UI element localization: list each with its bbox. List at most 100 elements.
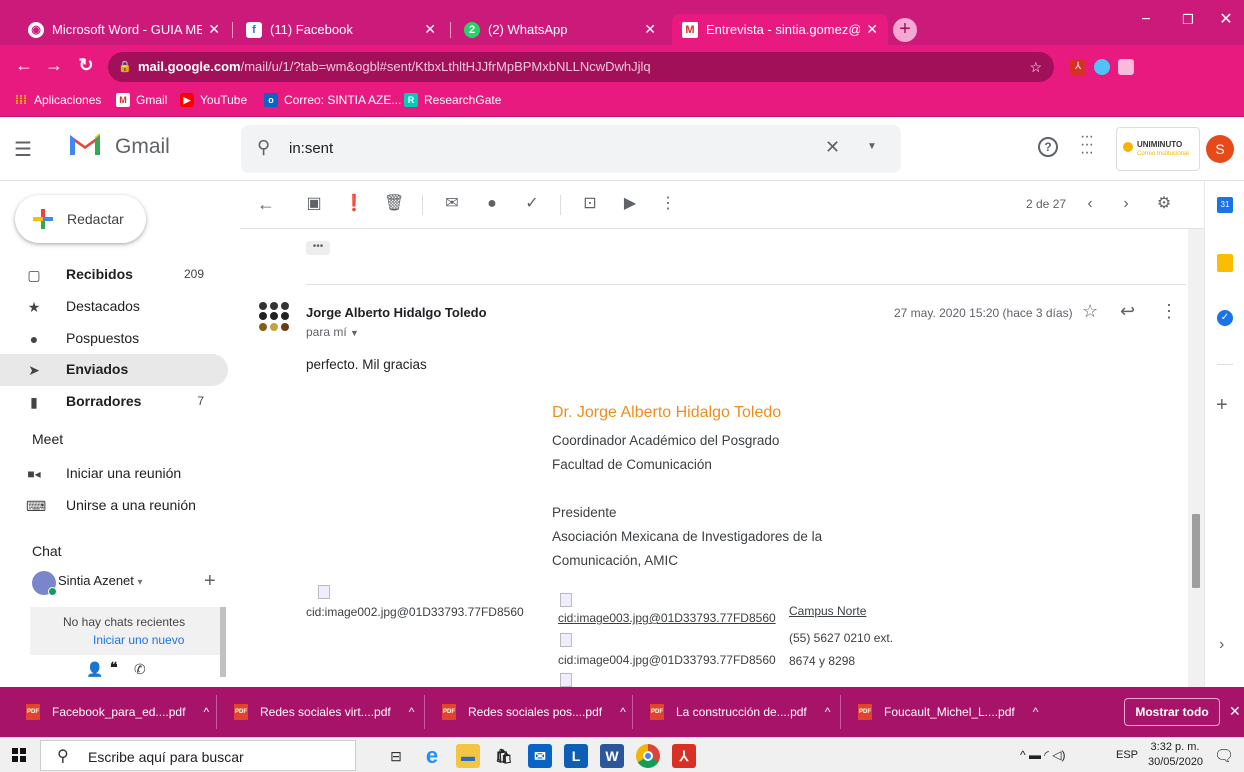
add-task-icon[interactable]: ✓ xyxy=(522,194,542,214)
system-tray-icons[interactable]: ^ ▬ ◜ ◁) xyxy=(1020,748,1066,762)
more-options-icon[interactable]: ⋮ xyxy=(658,194,678,214)
minimize-button[interactable]: − xyxy=(1130,8,1162,32)
learning-app-icon[interactable]: L xyxy=(564,744,588,768)
settings-gear-icon[interactable]: ⚙ xyxy=(1154,194,1174,214)
bookmark-outlook[interactable]: o Correo: SINTIA AZE... xyxy=(264,93,401,107)
chevron-up-icon[interactable]: ^ xyxy=(409,705,415,719)
label-icon[interactable]: ▶ xyxy=(620,194,640,214)
delete-icon[interactable]: 🗑 xyxy=(384,194,404,214)
newer-icon[interactable]: ‹ xyxy=(1080,194,1100,214)
meet-new-meeting[interactable]: ■◂ Iniciar una reunión xyxy=(0,458,228,490)
main-menu-icon[interactable]: ☰ xyxy=(14,137,32,162)
windows-start-icon[interactable] xyxy=(12,748,26,762)
sidebar-item-drafts[interactable]: ▮ Borradores 7 xyxy=(0,386,228,418)
edge-icon[interactable]: e xyxy=(420,744,444,768)
close-downloads-icon[interactable]: ✕ xyxy=(1229,703,1241,720)
square-extension-icon[interactable] xyxy=(1118,59,1134,75)
close-icon[interactable]: ✕ xyxy=(424,21,436,38)
snooze-icon[interactable]: ● xyxy=(482,194,502,214)
search-icon[interactable]: ⚲ xyxy=(257,137,270,158)
mark-unread-icon[interactable]: ✉ xyxy=(442,194,462,214)
url-input[interactable]: 🔒 mail.google.com/mail/u/1/?tab=wm&ogbl#… xyxy=(108,52,1054,82)
add-chat-icon[interactable]: + xyxy=(204,570,216,593)
help-icon[interactable]: ? xyxy=(1038,137,1058,157)
hangouts-icon[interactable]: ❝ xyxy=(110,659,118,676)
person-icon[interactable]: 👤 xyxy=(86,661,103,678)
sidebar-item-snoozed[interactable]: ● Pospuestos xyxy=(0,323,228,355)
chat-user-name[interactable]: Sintia Azenet ▾ xyxy=(58,573,143,588)
new-tab-button[interactable]: + xyxy=(893,18,917,42)
report-spam-icon[interactable]: ❗ xyxy=(344,194,364,214)
chevron-up-icon[interactable]: ^ xyxy=(825,705,831,719)
download-item[interactable]: PDF La construcción de....pdf ^ xyxy=(650,687,830,737)
campus-link[interactable]: Campus Norte xyxy=(789,604,866,618)
sidebar-item-inbox[interactable]: ▢ Recibidos 209 xyxy=(0,259,228,291)
expand-panel-icon[interactable]: › xyxy=(1219,636,1224,654)
sidebar-item-sent[interactable]: ➤ Enviados xyxy=(0,354,228,386)
bookmark-star-icon[interactable]: ☆ xyxy=(1029,52,1042,82)
tasks-icon[interactable]: ✓ xyxy=(1217,310,1233,326)
image-alt-link[interactable]: cid:image003.jpg@01D33793.77FD8560 xyxy=(558,611,776,625)
org-logo[interactable]: UNIMINUTO Correo Institucional xyxy=(1116,127,1200,171)
calendar-icon[interactable]: 31 xyxy=(1217,197,1233,213)
bookmark-gmail[interactable]: M Gmail xyxy=(116,93,167,107)
scrollbar-thumb[interactable] xyxy=(1192,514,1200,588)
close-icon[interactable]: ✕ xyxy=(866,21,878,38)
account-avatar[interactable]: S xyxy=(1206,135,1234,163)
clock[interactable]: 3:32 p. m. 30/05/2020 xyxy=(1148,740,1203,770)
chrome-icon[interactable] xyxy=(636,744,660,768)
mail-app-icon[interactable]: ✉ xyxy=(528,744,552,768)
show-trimmed-icon[interactable]: ••• xyxy=(306,241,330,255)
sender-avatar[interactable] xyxy=(256,299,292,335)
chevron-up-icon[interactable]: ^ xyxy=(620,705,626,719)
get-addons-icon[interactable]: + xyxy=(1216,394,1228,417)
clear-search-icon[interactable]: ✕ xyxy=(825,137,840,158)
search-options-icon[interactable]: ▼ xyxy=(867,141,877,152)
file-explorer-icon[interactable]: ▬ xyxy=(456,744,480,768)
acrobat-icon[interactable]: ⅄ xyxy=(672,744,696,768)
bookmark-researchgate[interactable]: R ResearchGate xyxy=(404,93,501,107)
reload-icon[interactable]: ↻ xyxy=(74,55,98,76)
google-apps-icon[interactable]: ··· ··· ··· xyxy=(1080,129,1094,161)
task-view-icon[interactable]: ⊟ xyxy=(384,744,408,768)
restore-button[interactable]: ❐ xyxy=(1172,8,1204,32)
forward-icon[interactable]: → xyxy=(42,55,66,76)
keep-icon[interactable] xyxy=(1217,254,1233,272)
archive-icon[interactable]: ▣ xyxy=(304,194,324,214)
chat-scrollbar[interactable] xyxy=(220,607,226,677)
reply-icon[interactable]: ↩ xyxy=(1120,301,1135,322)
store-icon[interactable]: 🛍 xyxy=(492,744,516,768)
close-icon[interactable]: ✕ xyxy=(644,21,656,38)
back-icon[interactable]: ← xyxy=(12,55,36,76)
sidebar-item-starred[interactable]: ★ Destacados xyxy=(0,291,228,323)
show-all-downloads-button[interactable]: Mostrar todo xyxy=(1124,698,1220,726)
chevron-up-icon[interactable]: ^ xyxy=(1033,705,1039,719)
download-item[interactable]: PDF Redes sociales pos....pdf ^ xyxy=(442,687,626,737)
tab-facebook[interactable]: f (11) Facebook ✕ xyxy=(236,14,446,45)
message-more-icon[interactable]: ⋮ xyxy=(1160,301,1178,322)
phone-icon[interactable]: ✆ xyxy=(134,661,146,678)
start-chat-link[interactable]: Iniciar uno nuevo xyxy=(93,633,184,647)
bookmark-apps[interactable]: ⁞⁞⁞ Aplicaciones xyxy=(14,93,101,107)
bookmark-youtube[interactable]: ▶ YouTube xyxy=(180,93,247,107)
drop-extension-icon[interactable] xyxy=(1094,59,1110,75)
compose-button[interactable]: Redactar xyxy=(15,195,146,243)
chevron-up-icon[interactable]: ^ xyxy=(203,705,209,719)
search-bar[interactable]: ⚲ in:sent ✕ ▼ xyxy=(241,125,901,173)
download-item[interactable]: PDF Facebook_para_ed....pdf ^ xyxy=(26,687,209,737)
recipient-line[interactable]: para mí ▼ xyxy=(306,325,359,339)
download-item[interactable]: PDF Foucault_Michel_L....pdf ^ xyxy=(858,687,1038,737)
word-icon[interactable]: W xyxy=(600,744,624,768)
meet-join-meeting[interactable]: ⌨ Unirse a una reunión xyxy=(0,490,228,522)
tab-gmail[interactable]: M Entrevista - sintia.gomez@unimin ✕ xyxy=(672,14,888,45)
close-icon[interactable]: ✕ xyxy=(208,21,220,38)
tab-whatsapp[interactable]: 2 (2) WhatsApp ✕ xyxy=(454,14,666,45)
older-icon[interactable]: › xyxy=(1116,194,1136,214)
search-input[interactable]: in:sent xyxy=(289,140,333,157)
message-scrollbar[interactable] xyxy=(1188,229,1204,687)
notifications-icon[interactable]: 🗨 xyxy=(1214,746,1234,766)
sender-name[interactable]: Jorge Alberto Hidalgo Toledo xyxy=(306,305,487,320)
gmail-logo[interactable] xyxy=(68,131,102,157)
pdf-extension-icon[interactable]: ⅄ xyxy=(1070,59,1086,75)
star-icon[interactable]: ☆ xyxy=(1082,301,1098,322)
